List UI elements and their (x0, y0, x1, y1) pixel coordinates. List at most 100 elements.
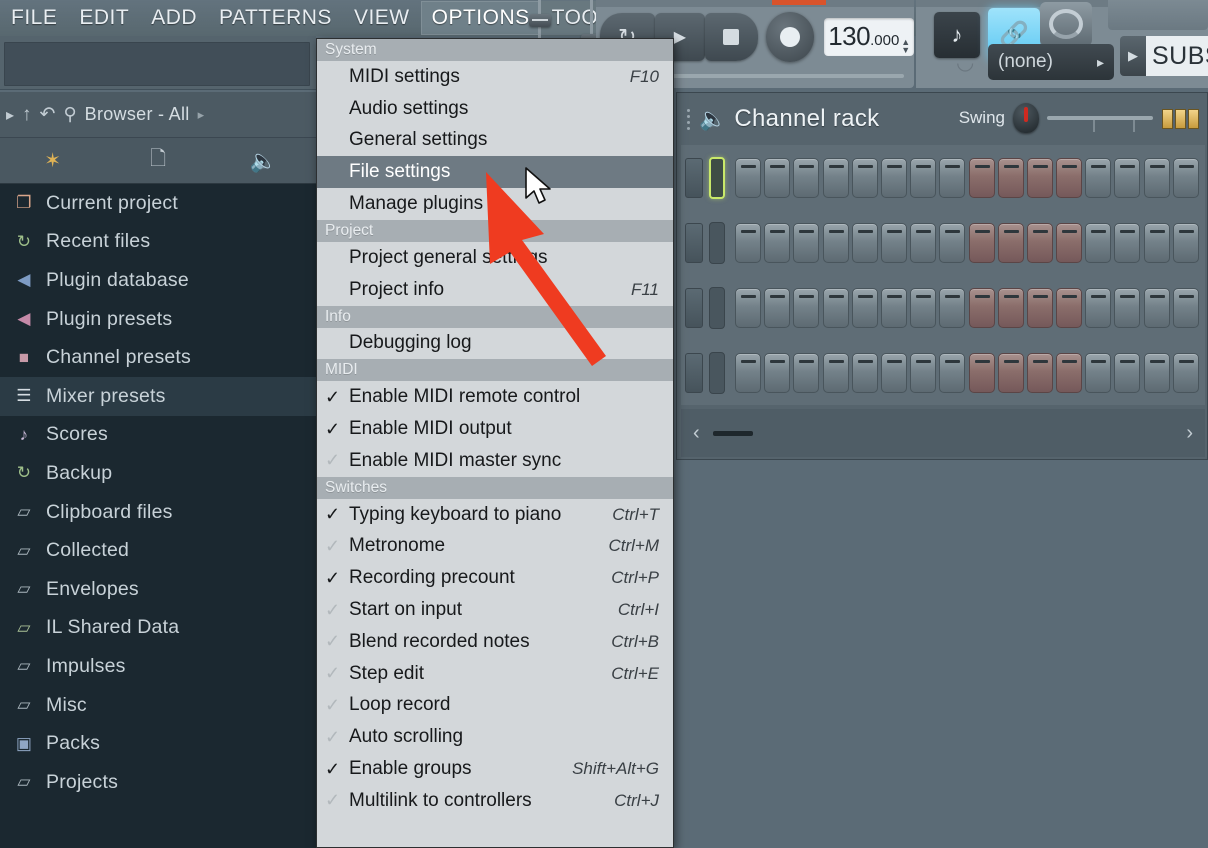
play-right-icon[interactable]: ▸ (6, 105, 14, 125)
step-button[interactable] (939, 287, 966, 328)
tempo-spinner-icon[interactable]: ▲ ▼ (901, 38, 910, 55)
step-button[interactable] (968, 287, 995, 328)
step-button[interactable] (1056, 222, 1083, 263)
step-button[interactable] (1114, 222, 1141, 263)
menu-item-start-on-input[interactable]: ✓ Start on input Ctrl+I (317, 594, 673, 626)
step-button[interactable] (997, 222, 1024, 263)
step-button[interactable] (793, 222, 820, 263)
channel-led[interactable] (709, 221, 725, 264)
step-button[interactable] (851, 157, 878, 198)
chevron-right-icon[interactable]: ▸ (1097, 54, 1104, 71)
knob-icon[interactable] (1040, 2, 1092, 46)
search-icon[interactable]: ⚲ (63, 104, 76, 125)
step-button[interactable] (910, 352, 937, 393)
browser-item-scores[interactable]: ♪ Scores (0, 416, 316, 455)
step-button[interactable] (735, 157, 761, 198)
menu-item-metronome[interactable]: ✓ Metronome Ctrl+M (317, 531, 673, 563)
step-button[interactable] (822, 222, 849, 263)
step-button[interactable] (822, 352, 849, 393)
horizontal-scrollbar[interactable] (713, 430, 753, 436)
step-button[interactable] (1056, 287, 1083, 328)
menu-add[interactable]: ADD (140, 1, 208, 35)
menu-item-midi-settings[interactable]: MIDI settings F10 (317, 61, 673, 93)
sparkle-icon[interactable]: ✶ (0, 148, 105, 173)
stop-button[interactable] (705, 13, 758, 61)
step-button[interactable] (910, 222, 937, 263)
browser-item-recent-files[interactable]: ↻ Recent files (0, 223, 316, 262)
menu-item-enable-midi-master-sync[interactable]: ✓ Enable MIDI master sync (317, 445, 673, 477)
pattern-selector[interactable]: (none) ▸ (988, 44, 1114, 80)
swing-slider[interactable] (1047, 116, 1153, 132)
browser-item-il-shared-data[interactable]: ▱ IL Shared Data (0, 609, 316, 648)
channel-handle[interactable] (685, 222, 703, 263)
menu-patterns[interactable]: PATTERNS (208, 1, 343, 35)
step-button[interactable] (735, 352, 761, 393)
browser-item-impulses[interactable]: ▱ Impulses (0, 647, 316, 686)
step-button[interactable] (735, 287, 761, 328)
step-button[interactable] (1143, 352, 1170, 393)
browser-item-plugin-presets[interactable]: ◀ Plugin presets (0, 300, 316, 339)
menu-item-auto-scrolling[interactable]: ✓ Auto scrolling (317, 721, 673, 753)
pattern-books-icon[interactable] (1162, 109, 1199, 129)
menu-item-debugging-log[interactable]: Debugging log (317, 328, 673, 360)
step-button[interactable] (880, 157, 907, 198)
menu-item-enable-midi-remote-control[interactable]: ✓ Enable MIDI remote control (317, 381, 673, 413)
copy-pages-icon[interactable]: 🗋 (105, 144, 210, 178)
step-button[interactable] (851, 352, 878, 393)
browser-item-plugin-database[interactable]: ◀ Plugin database (0, 261, 316, 300)
step-button[interactable] (1085, 222, 1112, 263)
step-button[interactable] (1172, 222, 1199, 263)
step-button[interactable] (1143, 222, 1170, 263)
menu-item-enable-groups[interactable]: ✓ Enable groups Shift+Alt+G (317, 753, 673, 785)
menu-item-audio-settings[interactable]: Audio settings (317, 93, 673, 125)
step-button[interactable] (822, 287, 849, 328)
step-button[interactable] (1114, 287, 1141, 328)
play-right-icon[interactable]: ▶ (1120, 36, 1146, 76)
step-button[interactable] (910, 157, 937, 198)
speaker-icon[interactable]: 🔈 (211, 148, 316, 174)
browser-item-current-project[interactable]: ❐ Current project (0, 184, 316, 223)
browser-item-channel-presets[interactable]: ■ Channel presets (0, 338, 316, 377)
menu-item-general-settings[interactable]: General settings (317, 125, 673, 157)
step-button[interactable] (997, 352, 1024, 393)
step-button[interactable] (880, 222, 907, 263)
chevron-left-icon[interactable]: ‹ (693, 422, 700, 445)
step-button[interactable] (851, 222, 878, 263)
step-button[interactable] (1143, 287, 1170, 328)
menu-item-project-info[interactable]: Project info F11 (317, 274, 673, 306)
step-button[interactable] (1026, 352, 1053, 393)
channel-handle[interactable] (685, 157, 703, 198)
menu-item-recording-precount[interactable]: ✓ Recording precount Ctrl+P (317, 562, 673, 594)
channel-handle[interactable] (685, 287, 703, 328)
step-button[interactable] (880, 287, 907, 328)
step-button[interactable] (1085, 287, 1112, 328)
channel-led[interactable] (709, 156, 725, 199)
step-button[interactable] (1114, 157, 1141, 198)
browser-item-clipboard-files[interactable]: ▱ Clipboard files (0, 493, 316, 532)
menu-item-manage-plugins[interactable]: Manage plugins (317, 188, 673, 220)
step-button[interactable] (793, 352, 820, 393)
speaker-icon[interactable]: 🔈 (699, 106, 726, 132)
headphone-icon[interactable]: ◡ (956, 50, 974, 75)
chevron-right-icon[interactable]: ▸ (198, 107, 205, 123)
arrow-up-icon[interactable]: ↑ (22, 104, 32, 126)
browser-item-packs[interactable]: ▣ Packs (0, 724, 316, 763)
step-button[interactable] (1143, 157, 1170, 198)
step-button[interactable] (1056, 352, 1083, 393)
browser-item-misc[interactable]: ▱ Misc (0, 686, 316, 725)
menu-item-project-general-settings[interactable]: Project general settings (317, 242, 673, 274)
step-button[interactable] (968, 352, 995, 393)
menu-edit[interactable]: EDIT (68, 1, 140, 35)
step-button[interactable] (764, 157, 791, 198)
step-button[interactable] (764, 287, 791, 328)
step-button[interactable] (1056, 157, 1083, 198)
menu-file[interactable]: FILE (0, 1, 68, 35)
browser-item-envelopes[interactable]: ▱ Envelopes (0, 570, 316, 609)
step-button[interactable] (764, 352, 791, 393)
step-button[interactable] (910, 287, 937, 328)
channel-led[interactable] (709, 286, 725, 329)
step-button[interactable] (939, 352, 966, 393)
undo-arrow-icon[interactable]: ↶ (40, 103, 56, 126)
step-button[interactable] (764, 222, 791, 263)
browser-item-collected[interactable]: ▱ Collected (0, 531, 316, 570)
